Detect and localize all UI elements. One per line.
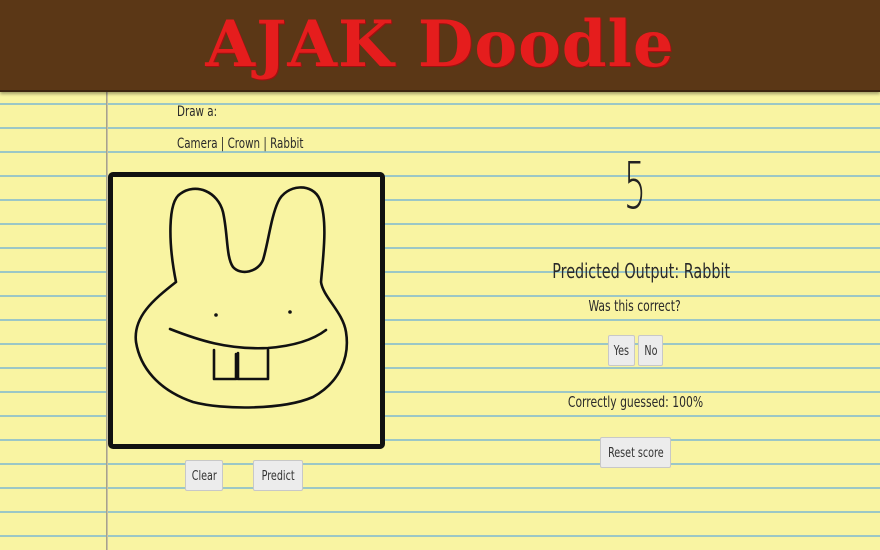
yes-button-label: Yes [613, 344, 630, 359]
rabbit-doodle [134, 186, 349, 409]
predicted-output-text: Predicted Output: Rabbit [552, 259, 731, 283]
predict-button[interactable]: Predict [253, 460, 303, 491]
correct-question-text: Was this correct? [588, 297, 682, 315]
correct-question: Was this correct? [560, 297, 710, 315]
app-header: AJAK Doodle [0, 0, 880, 92]
reset-score-button-label: Reset score [607, 446, 664, 461]
draw-prompt-options: Camera | Crown | Rabbit [177, 136, 304, 152]
no-button[interactable]: No [638, 335, 663, 366]
reset-score-button[interactable]: Reset score [600, 437, 671, 468]
yes-button[interactable]: Yes [608, 335, 635, 366]
score-text-value: Correctly guessed: 100% [567, 393, 703, 411]
draw-prompt-label: Draw a: [177, 104, 218, 120]
drawing-canvas[interactable] [108, 172, 385, 449]
clear-button[interactable]: Clear [185, 460, 223, 491]
countdown-number: 5 [623, 150, 647, 224]
score-text: Correctly guessed: 100% [545, 393, 725, 411]
app-title: AJAK Doodle [205, 7, 675, 82]
predicted-output: Predicted Output: Rabbit [530, 259, 740, 283]
clear-button-label: Clear [191, 469, 217, 484]
predict-button-label: Predict [261, 469, 295, 484]
no-button-label: No [643, 344, 658, 359]
